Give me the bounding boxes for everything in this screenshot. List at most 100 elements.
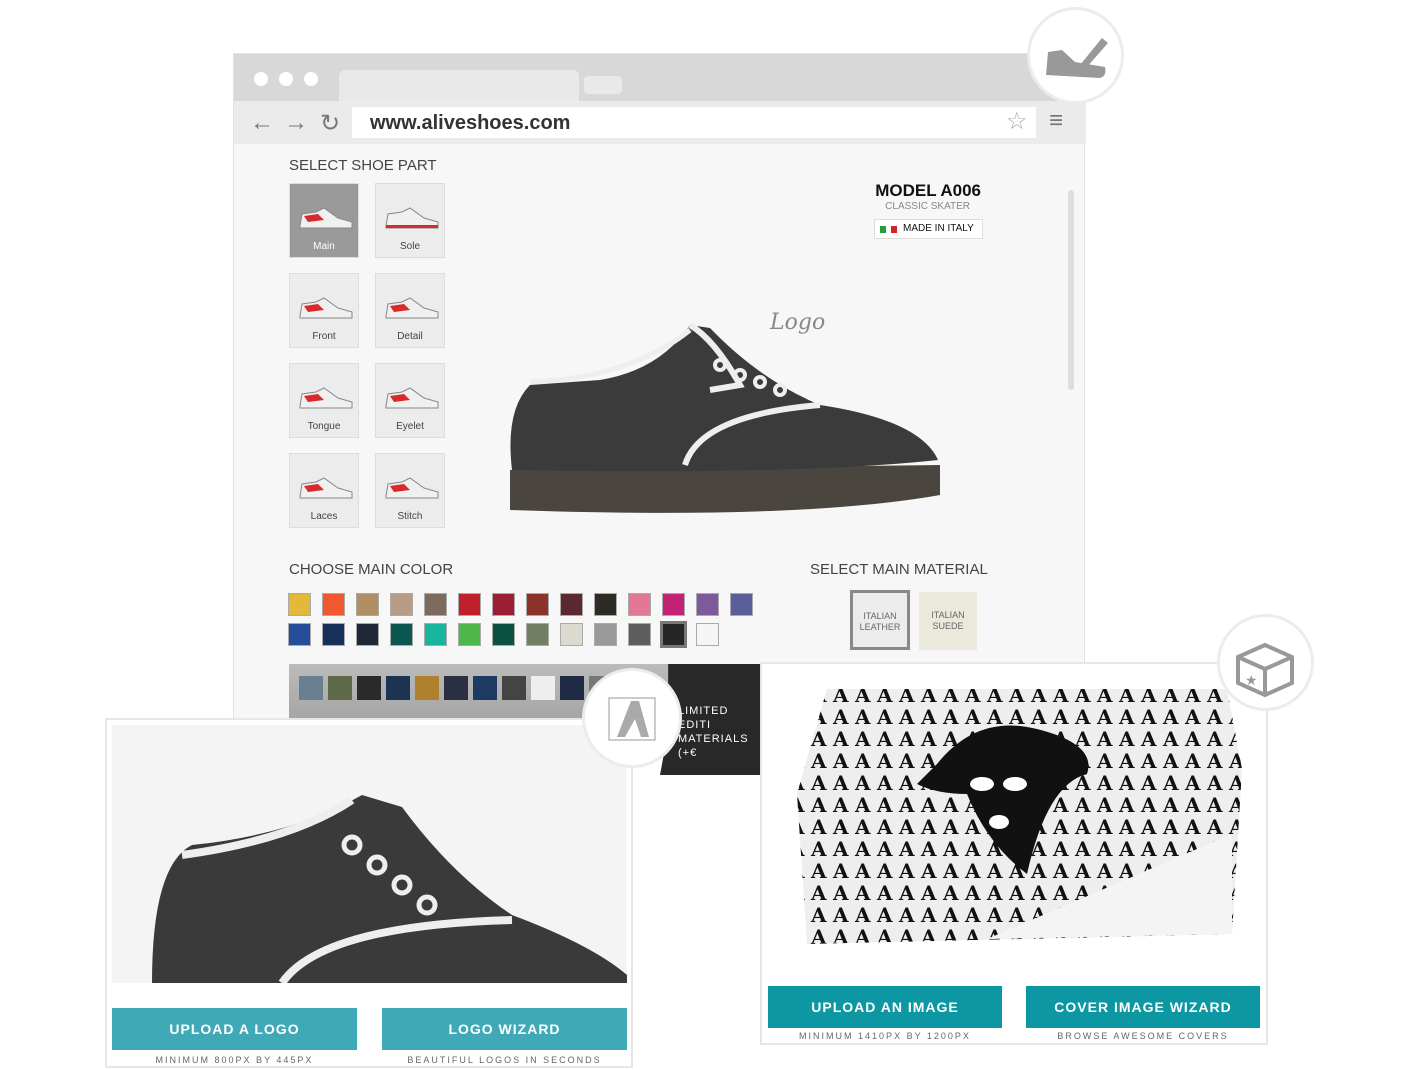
- shoe-part-thumbnail: [299, 477, 353, 499]
- window-close-dot[interactable]: [254, 72, 268, 86]
- color-swatch[interactable]: [424, 623, 447, 646]
- shoe-part-main[interactable]: Main: [289, 183, 359, 258]
- shoe-part-label: Front: [312, 331, 336, 342]
- texture-swatch[interactable]: [444, 676, 468, 700]
- color-swatch[interactable]: [492, 623, 515, 646]
- edit-shoe-badge: [1027, 7, 1124, 104]
- new-tab-button[interactable]: [584, 76, 622, 94]
- texture-swatch[interactable]: [560, 676, 584, 700]
- upload-logo-caption: MINIMUM 800PX BY 445PX: [155, 1055, 314, 1065]
- logo-wizard-caption: BEAUTIFUL LOGOS IN SECONDS: [407, 1055, 602, 1065]
- color-swatch[interactable]: [322, 623, 345, 646]
- window-maximize-dot[interactable]: [304, 72, 318, 86]
- color-swatch[interactable]: [288, 623, 311, 646]
- shoe-part-thumbnail: [299, 387, 353, 409]
- shoe-part-label: Main: [313, 241, 335, 252]
- shoe-part-label: Detail: [397, 331, 423, 342]
- color-swatch[interactable]: [492, 593, 515, 616]
- shoe-part-label: Sole: [399, 241, 420, 252]
- texture-swatch[interactable]: [357, 676, 381, 700]
- color-swatch[interactable]: [594, 593, 617, 616]
- shoe-part-thumbnail: [385, 477, 439, 499]
- color-swatch[interactable]: [662, 593, 685, 616]
- color-swatch[interactable]: [390, 623, 413, 646]
- svg-text:★: ★: [1245, 672, 1258, 688]
- texture-swatch[interactable]: [502, 676, 526, 700]
- shoe-part-laces[interactable]: Laces: [289, 453, 359, 528]
- texture-swatch[interactable]: [415, 676, 439, 700]
- texture-swatch[interactable]: [386, 676, 410, 700]
- upload-image-button[interactable]: UPLOAD AN IMAGE: [768, 986, 1002, 1028]
- back-icon[interactable]: ←: [250, 109, 274, 137]
- menu-icon[interactable]: ≡: [1049, 107, 1063, 135]
- made-in-italy-badge: MADE IN ITALY: [874, 219, 983, 239]
- color-swatch[interactable]: [696, 593, 719, 616]
- color-swatch[interactable]: [594, 623, 617, 646]
- main-color-heading: CHOOSE MAIN COLOR: [289, 561, 454, 578]
- color-swatch[interactable]: [560, 593, 583, 616]
- model-subtitle: CLASSIC SKATER: [885, 201, 970, 212]
- scrollbar[interactable]: [1068, 190, 1074, 390]
- logo-annotation: Logo: [770, 310, 826, 335]
- shoe-part-label: Tongue: [307, 421, 341, 432]
- shoe-part-sole[interactable]: Sole: [375, 183, 445, 258]
- texture-swatch[interactable]: [328, 676, 352, 700]
- shoe-part-label: Eyelet: [396, 421, 424, 432]
- shoe-part-stitch[interactable]: Stitch: [375, 453, 445, 528]
- forward-icon[interactable]: →: [284, 109, 308, 137]
- color-swatch[interactable]: [526, 593, 549, 616]
- logo-wizard-button[interactable]: LOGO WIZARD: [382, 1008, 627, 1050]
- color-swatch[interactable]: [660, 621, 687, 648]
- color-swatch[interactable]: [696, 623, 719, 646]
- material-italian-suede[interactable]: ITALIAN SUEDE: [919, 592, 977, 650]
- upload-image-caption: MINIMUM 1410PX BY 1200PX: [799, 1031, 971, 1041]
- browser-tab[interactable]: [339, 70, 579, 101]
- color-swatch[interactable]: [424, 593, 447, 616]
- shoe-part-front[interactable]: Front: [289, 273, 359, 348]
- shoe-part-label: Laces: [310, 511, 338, 522]
- limited-line-1: LIMITED EDITI: [678, 705, 729, 731]
- logo-letter-a-icon: [608, 697, 656, 741]
- italy-flag-icon: [880, 226, 886, 233]
- reload-icon[interactable]: ↻: [320, 109, 340, 138]
- shoe-part-label: Stitch: [397, 511, 423, 522]
- color-swatch[interactable]: [356, 593, 379, 616]
- shoe-box-cover-image: A: [797, 689, 1242, 944]
- color-swatch[interactable]: [356, 623, 379, 646]
- texture-swatch[interactable]: [473, 676, 497, 700]
- cover-wizard-button[interactable]: COVER IMAGE WIZARD: [1026, 986, 1260, 1028]
- shoe-part-thumbnail: [385, 207, 439, 229]
- cover-wizard-caption: BROWSE AWESOME COVERS: [1057, 1031, 1229, 1041]
- shoe-part-heading: SELECT SHOE PART: [289, 157, 437, 174]
- color-swatch[interactable]: [560, 623, 583, 646]
- shoe-closeup-image: [112, 725, 627, 983]
- upload-logo-button[interactable]: UPLOAD A LOGO: [112, 1008, 357, 1050]
- shoe-pencil-icon: [1046, 38, 1108, 78]
- shoe-part-thumbnail: [385, 387, 439, 409]
- shoe-part-thumbnail: [299, 207, 353, 229]
- shoe-part-tongue[interactable]: Tongue: [289, 363, 359, 438]
- color-swatch[interactable]: [628, 593, 651, 616]
- shoe-part-eyelet[interactable]: Eyelet: [375, 363, 445, 438]
- color-swatch[interactable]: [322, 593, 345, 616]
- cover-card: A UPLOAD AN IMAGE MINIMUM 1410PX BY 1200…: [760, 662, 1268, 1045]
- texture-swatch[interactable]: [531, 676, 555, 700]
- color-swatch[interactable]: [288, 593, 311, 616]
- shoe-preview-image: [510, 322, 940, 513]
- texture-swatch[interactable]: [299, 676, 323, 700]
- tab-bar: [234, 54, 1086, 101]
- bookmark-star-icon[interactable]: ☆: [1006, 107, 1028, 136]
- shoe-part-detail[interactable]: Detail: [375, 273, 445, 348]
- color-swatch[interactable]: [390, 593, 413, 616]
- url-input[interactable]: www.aliveshoes.com: [352, 107, 1036, 138]
- color-swatch[interactable]: [526, 623, 549, 646]
- main-material-heading: SELECT MAIN MATERIAL: [810, 561, 988, 578]
- shoe-part-thumbnail: [299, 297, 353, 319]
- limited-line-2: MATERIALS (+€: [678, 733, 749, 759]
- window-minimize-dot[interactable]: [279, 72, 293, 86]
- color-swatch[interactable]: [628, 623, 651, 646]
- color-swatch[interactable]: [458, 593, 481, 616]
- color-swatch[interactable]: [730, 593, 753, 616]
- material-italian-leather[interactable]: ITALIAN LEATHER: [850, 590, 910, 650]
- color-swatch[interactable]: [458, 623, 481, 646]
